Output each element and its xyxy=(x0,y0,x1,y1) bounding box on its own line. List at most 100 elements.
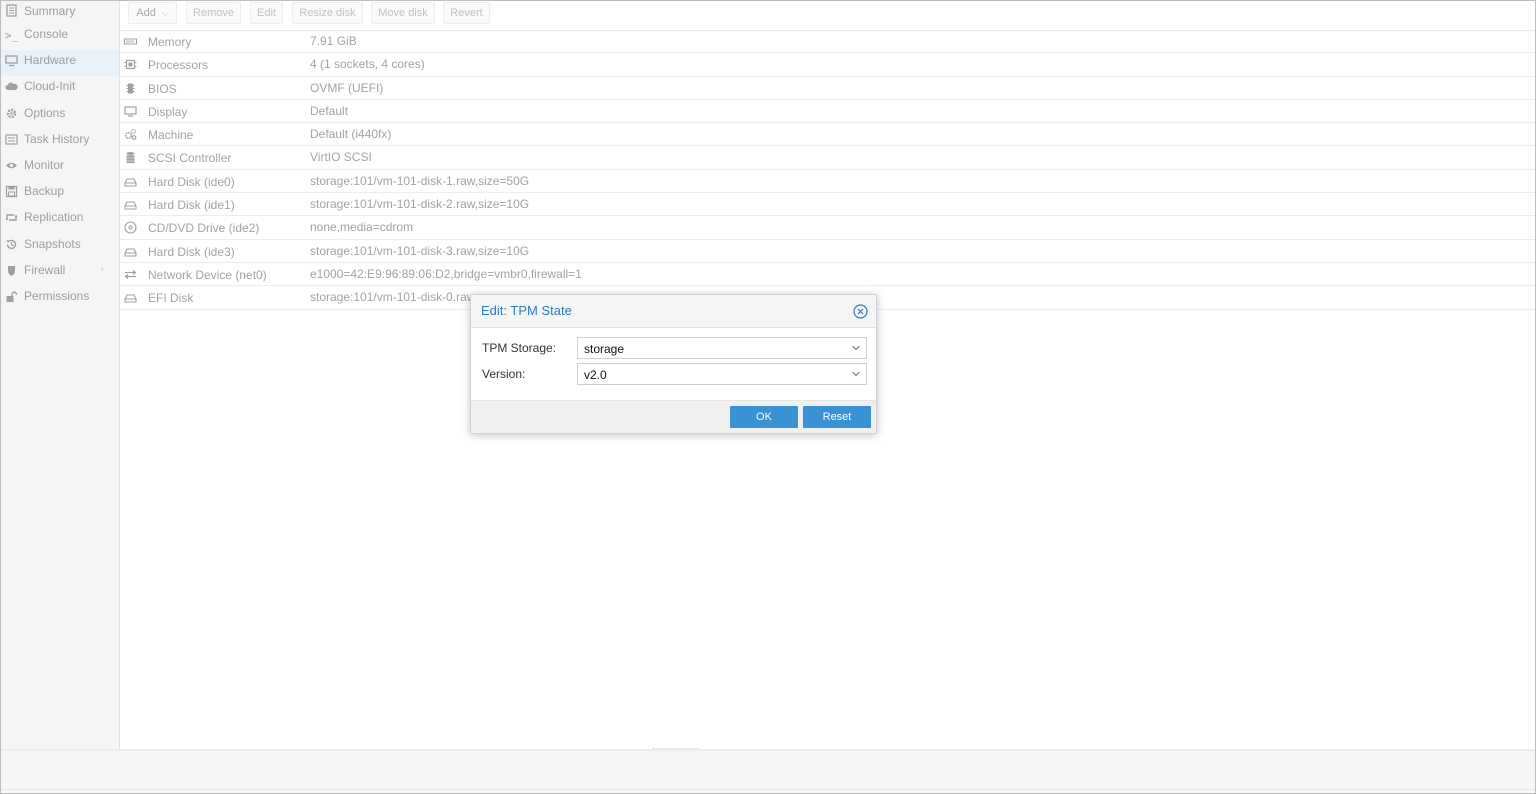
bottom-log-panel xyxy=(1,748,1535,793)
row-value: VirtIO SCSI xyxy=(310,150,372,165)
sidebar-item-permissions[interactable]: Permissions xyxy=(1,286,119,312)
table-row[interactable]: Hard Disk (ide1) storage:101/vm-101-disk… xyxy=(120,193,1535,217)
gear-icon xyxy=(6,108,17,118)
sidebar-item-firewall[interactable]: Firewall › xyxy=(1,260,119,286)
table-row[interactable]: BIOS OVMF (UEFI) xyxy=(120,77,1535,100)
sidebar-item-cloud-init[interactable]: Cloud-Init xyxy=(1,76,119,102)
list-icon xyxy=(5,134,18,145)
row-name: Display xyxy=(148,104,188,119)
row-value: 4 (1 sockets, 4 cores) xyxy=(310,57,425,72)
sidebar-item-label: Replication xyxy=(24,210,84,225)
row-value: e1000=42:E9:96:89:06:D2,bridge=vmbr0,fir… xyxy=(310,266,582,281)
sidebar-item-options[interactable]: Options xyxy=(1,103,119,129)
sidebar-item-monitor[interactable]: Monitor xyxy=(1,155,119,181)
hdd-icon xyxy=(124,178,137,187)
version-select[interactable]: v2.0 xyxy=(577,363,867,385)
cpu-icon xyxy=(124,60,137,70)
chevron-down-icon[interactable] xyxy=(851,369,861,379)
sidebar-item-summary[interactable]: Summary xyxy=(1,1,119,24)
table-row[interactable]: Hard Disk (ide3) storage:101/vm-101-disk… xyxy=(120,240,1535,263)
version-value: v2.0 xyxy=(584,368,607,382)
chevron-down-icon: ⌵ xyxy=(161,8,169,18)
sidebar-item-label: Task History xyxy=(24,131,90,146)
retweet-icon xyxy=(5,214,18,222)
hdd-icon xyxy=(124,201,137,210)
dialog-footer: OK Reset xyxy=(471,400,876,433)
ok-button[interactable]: OK xyxy=(730,406,798,428)
splitter-handle[interactable] xyxy=(653,748,699,752)
row-value: Default (i440fx) xyxy=(310,127,392,142)
chevron-right-icon[interactable]: › xyxy=(101,260,104,280)
table-row[interactable]: SCSI Controller VirtIO SCSI xyxy=(120,146,1535,170)
remove-button[interactable]: Remove xyxy=(186,2,241,24)
exchange-icon xyxy=(124,270,137,279)
sidebar-item-hardware[interactable]: Hardware xyxy=(1,50,119,77)
divider xyxy=(1,789,1535,790)
sidebar-item-backup[interactable]: Backup xyxy=(1,181,119,207)
sidebar-item-label: Monitor xyxy=(24,157,65,172)
sidebar-item-label: Permissions xyxy=(24,288,90,303)
row-name: Network Device (net0) xyxy=(148,267,267,282)
table-row[interactable]: Hard Disk (ide0) storage:101/vm-101-disk… xyxy=(120,170,1535,194)
sidebar-item-label: Backup xyxy=(24,184,65,199)
sidebar-item-label: Console xyxy=(24,27,69,41)
row-value: storage:101/vm-101-disk-1.raw,size=50G xyxy=(310,173,530,188)
add-button-label: Add xyxy=(136,7,156,19)
table-row[interactable]: Processors 4 (1 sockets, 4 cores) xyxy=(120,53,1535,77)
table-row[interactable]: Display Default xyxy=(120,100,1535,124)
sidebar-item-label: Snapshots xyxy=(24,236,81,251)
row-value: 7.91 GiB xyxy=(310,34,357,48)
chevron-down-icon[interactable] xyxy=(851,343,861,353)
monitor-icon xyxy=(5,55,18,67)
cloud-icon xyxy=(5,82,18,91)
close-icon[interactable] xyxy=(853,304,868,319)
row-value: Default xyxy=(310,103,349,118)
cogs-icon xyxy=(124,129,137,141)
sidebar-item-label: Summary xyxy=(24,4,76,18)
reset-button[interactable]: Reset xyxy=(803,406,871,428)
table-row[interactable]: Memory 7.91 GiB xyxy=(120,30,1535,54)
eye-icon xyxy=(6,162,17,169)
tpm-storage-value: storage xyxy=(584,342,625,356)
edit-tpm-state-dialog: Edit: TPM State TPM Storage: storage Ver… xyxy=(470,294,877,434)
table-row[interactable]: CD/DVD Drive (ide2) none,media=cdrom xyxy=(120,216,1535,240)
row-name: Machine xyxy=(148,128,194,143)
row-value: OVMF (UEFI) xyxy=(310,80,384,95)
revert-button[interactable]: Revert xyxy=(443,2,490,24)
add-button[interactable]: Add ⌵ xyxy=(128,2,177,24)
sidebar-item-replication[interactable]: Replication xyxy=(1,207,119,233)
display-icon xyxy=(124,106,137,117)
vm-config-sidebar: Summary >_ Console Hardware Cloud-Init O… xyxy=(1,1,120,749)
row-value: storage:101/vm-101-disk-0.raw xyxy=(310,290,476,305)
row-name: SCSI Controller xyxy=(148,151,232,166)
bios-icon xyxy=(126,83,135,94)
sidebar-item-task-history[interactable]: Task History xyxy=(1,129,119,155)
memory-icon xyxy=(124,38,137,45)
tpm-storage-select[interactable]: storage xyxy=(577,337,867,359)
row-name: CD/DVD Drive (ide2) xyxy=(148,221,260,236)
summary-icon xyxy=(6,4,17,17)
hdd-icon xyxy=(124,294,137,303)
row-value: none,media=cdrom xyxy=(310,220,414,235)
terminal-icon: >_ xyxy=(5,29,19,42)
proxmox-vm-window: Summary >_ Console Hardware Cloud-Init O… xyxy=(0,0,1536,794)
sidebar-item-label: Hardware xyxy=(24,53,77,68)
move-disk-button[interactable]: Move disk xyxy=(371,2,435,24)
row-name: Hard Disk (ide1) xyxy=(148,198,235,213)
shield-icon xyxy=(8,265,15,276)
sidebar-item-label: Cloud-Init xyxy=(24,79,76,94)
table-row[interactable]: Network Device (net0) e1000=42:E9:96:89:… xyxy=(120,263,1535,287)
sidebar-item-console[interactable]: >_ Console xyxy=(1,24,119,50)
table-row[interactable]: Machine Default (i440fx) xyxy=(120,123,1535,147)
row-name: EFI Disk xyxy=(148,291,194,306)
row-name: Hard Disk (ide3) xyxy=(148,244,235,259)
hardware-grid: Memory 7.91 GiB Processors 4 (1 sockets,… xyxy=(120,30,1535,310)
row-value: storage:101/vm-101-disk-3.raw,size=10G xyxy=(310,243,530,258)
sidebar-item-snapshots[interactable]: Snapshots xyxy=(1,234,119,260)
resize-disk-button[interactable]: Resize disk xyxy=(292,2,363,24)
floppy-icon xyxy=(5,185,18,198)
dialog-header: Edit: TPM State xyxy=(471,295,876,328)
edit-button[interactable]: Edit xyxy=(250,2,283,24)
version-label: Version: xyxy=(482,367,526,381)
row-value: storage:101/vm-101-disk-2.raw,size=10G xyxy=(310,197,530,212)
